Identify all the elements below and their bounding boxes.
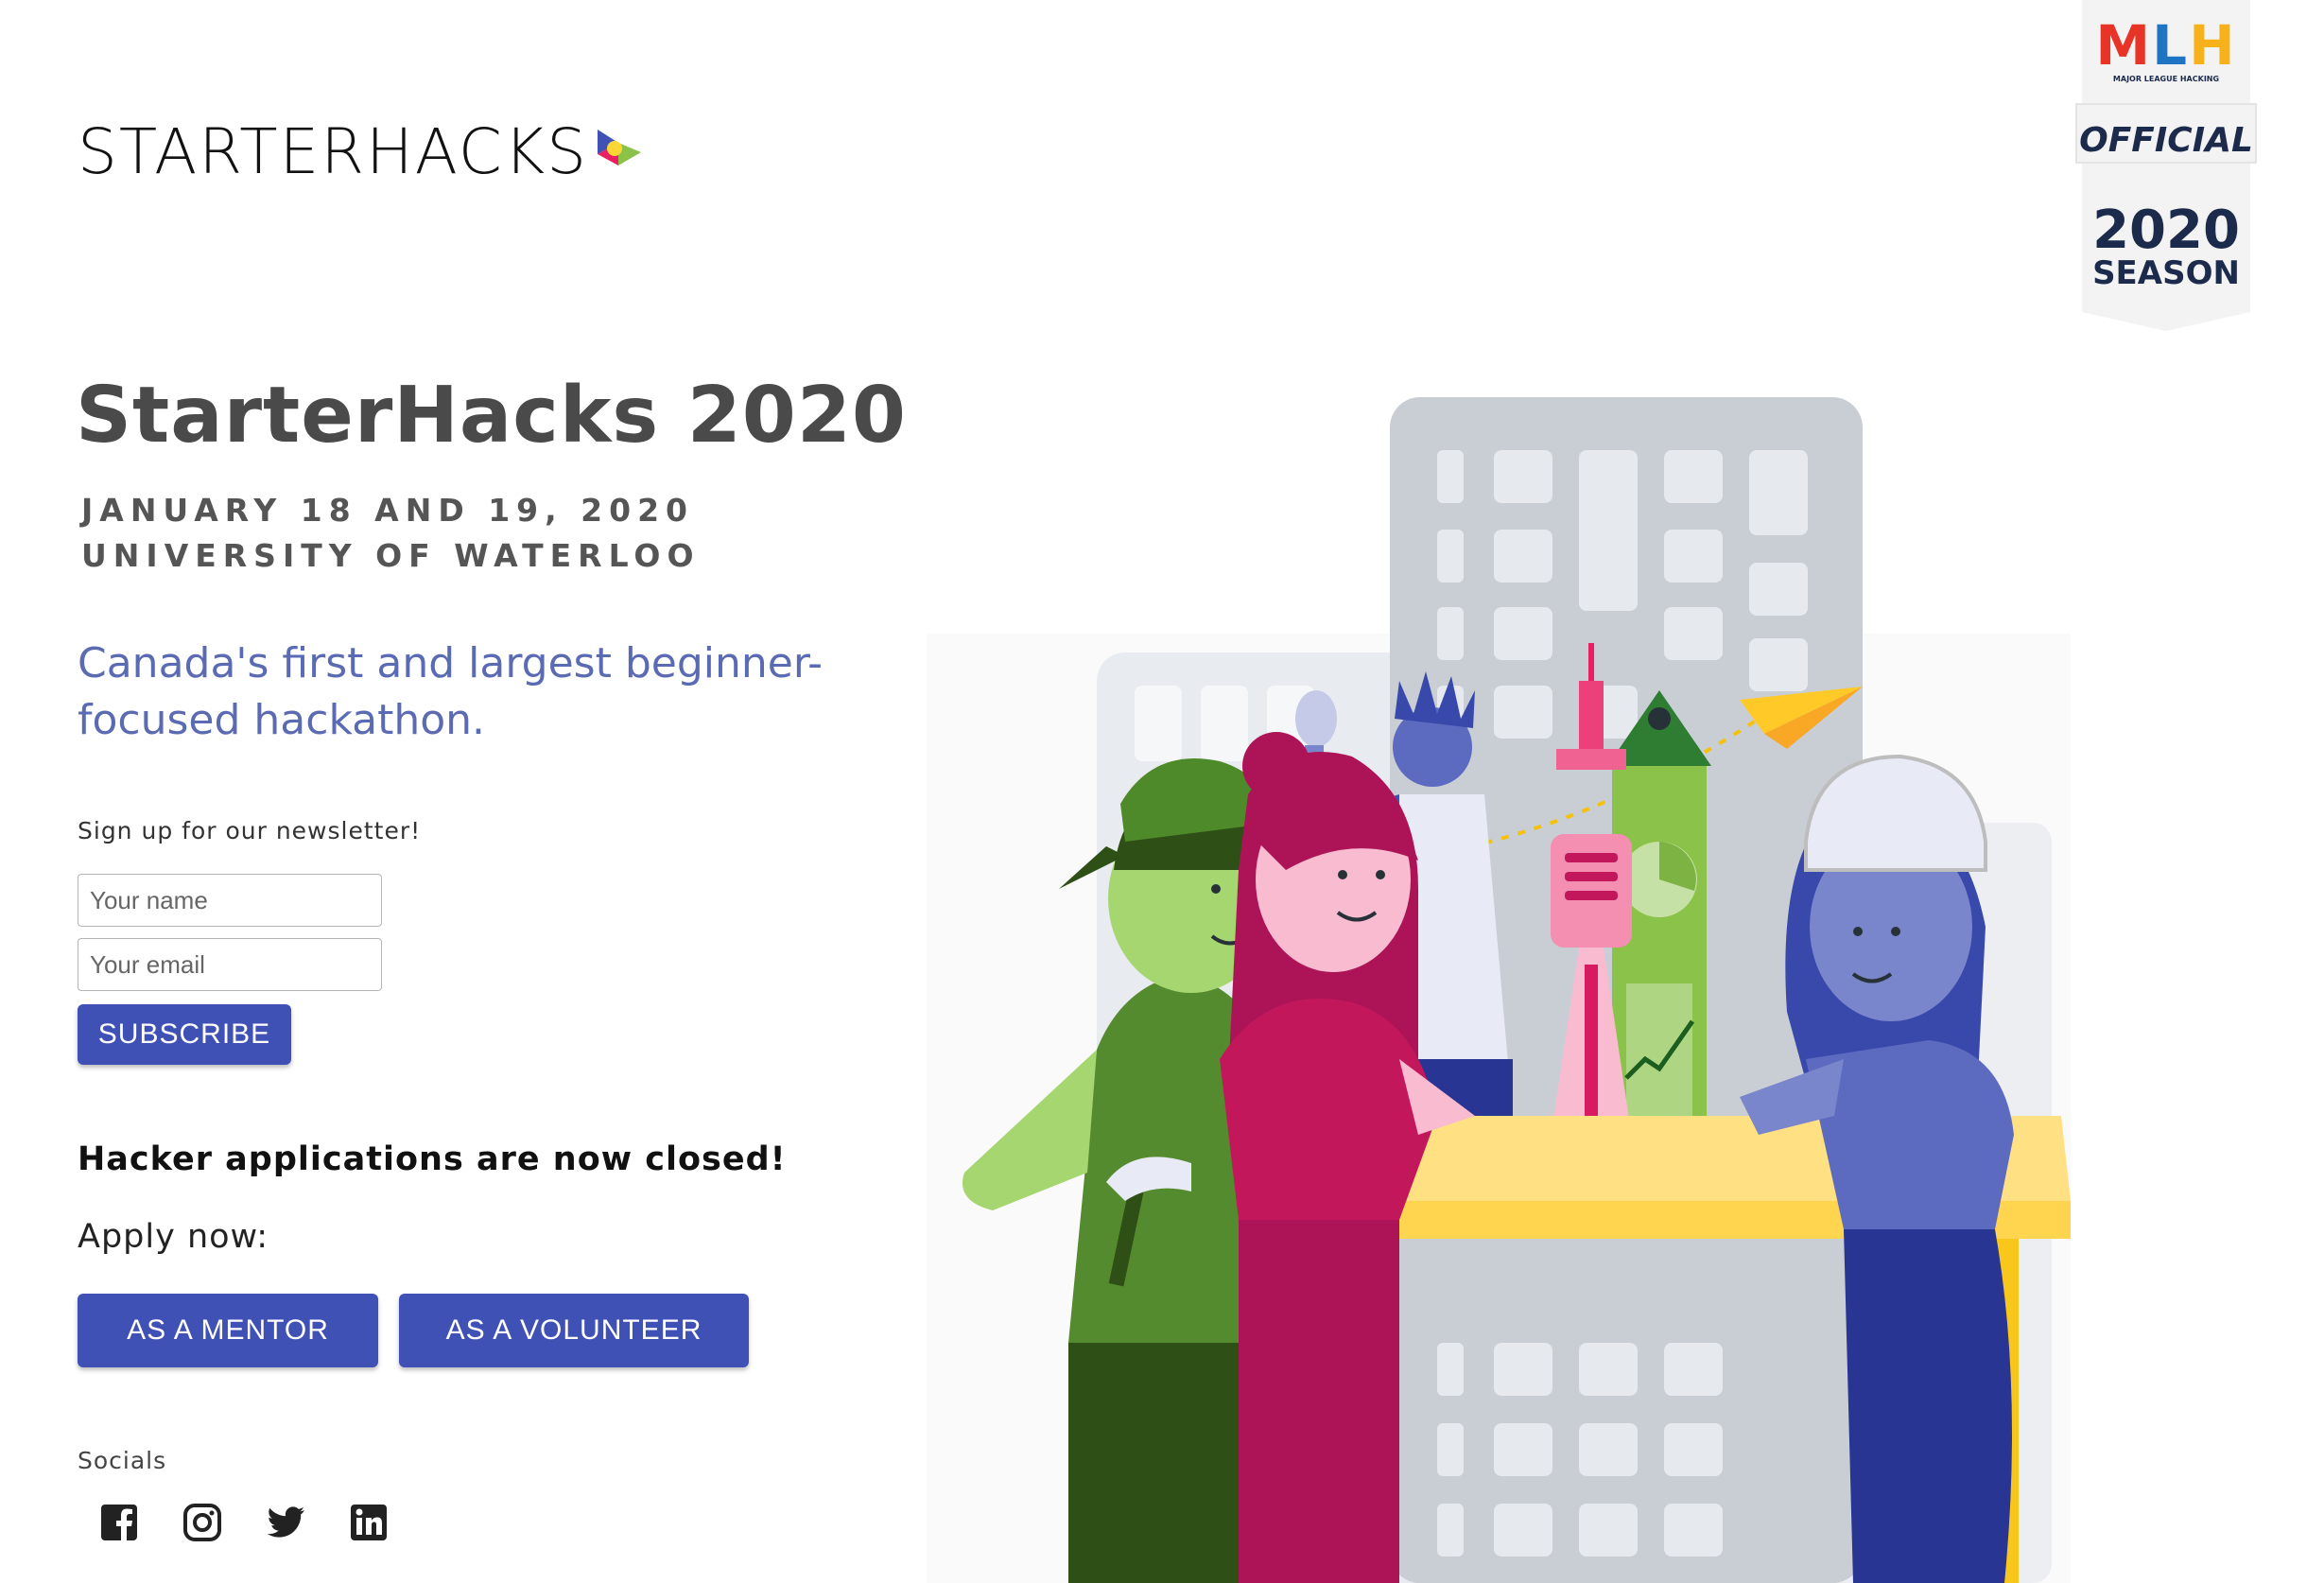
svg-text:MLH: MLH <box>2095 13 2236 78</box>
logo-text: STARTERHACKS <box>78 115 589 188</box>
newsletter-label: Sign up for our newsletter! <box>78 817 422 844</box>
logo-mark-icon <box>598 130 642 165</box>
mlh-year-text: 2020 <box>2092 200 2240 261</box>
tagline-line-1: Canada's first and largest beginner- <box>78 639 823 687</box>
socials-label: Socials <box>78 1447 167 1474</box>
linkedin-icon[interactable] <box>348 1502 390 1543</box>
applications-closed-text: Hacker applications are now closed! <box>78 1140 787 1178</box>
twitter-icon[interactable] <box>265 1502 306 1543</box>
event-location: UNIVERSITY OF WATERLOO <box>81 537 701 574</box>
name-input[interactable] <box>78 874 382 927</box>
mlh-season-text: SEASON <box>2092 254 2240 292</box>
email-input[interactable] <box>78 938 382 991</box>
page-title: StarterHacks 2020 <box>76 371 907 461</box>
event-date: JANUARY 18 AND 19, 2020 <box>81 492 694 529</box>
instagram-icon[interactable] <box>182 1502 223 1543</box>
mlh-small-text: MAJOR LEAGUE HACKING <box>2113 75 2219 83</box>
subscribe-button[interactable]: SUBSCRIBE <box>78 1004 291 1065</box>
facebook-icon[interactable] <box>98 1502 140 1543</box>
tagline: Canada's first and largest beginner- foc… <box>78 635 853 749</box>
apply-volunteer-button[interactable]: AS A VOLUNTEER <box>399 1294 749 1367</box>
hackathon-illustration <box>927 397 2071 1583</box>
tagline-line-2: focused hackathon. <box>78 696 486 744</box>
apply-mentor-button[interactable]: AS A MENTOR <box>78 1294 378 1367</box>
starterhacks-logo[interactable]: STARTERHACKS <box>78 121 643 183</box>
mlh-official-badge[interactable]: MLH MAJOR LEAGUE HACKING OFFICIAL 2020 S… <box>2073 0 2260 331</box>
apply-now-label: Apply now: <box>78 1218 269 1256</box>
mlh-official-text: OFFICIAL <box>2079 121 2253 160</box>
